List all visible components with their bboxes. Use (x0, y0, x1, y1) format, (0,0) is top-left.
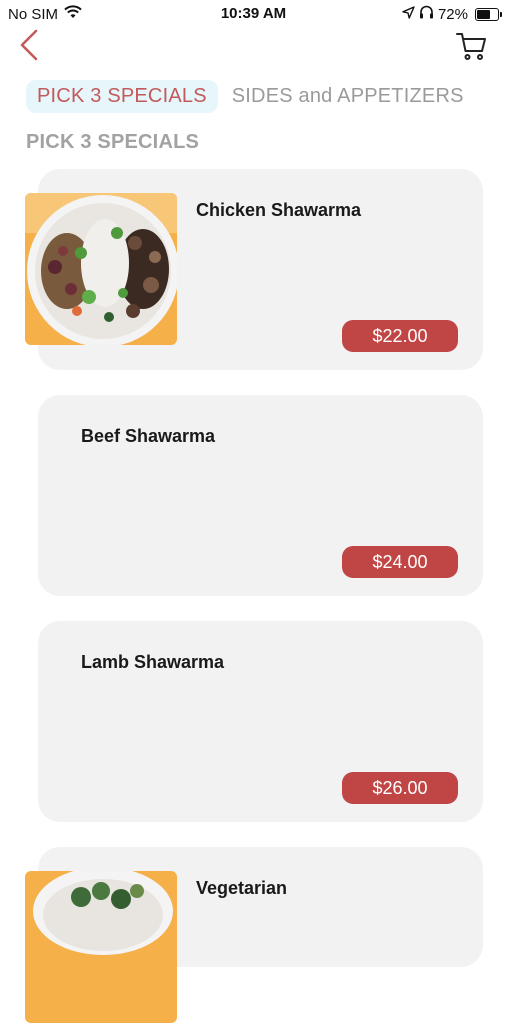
cart-icon (455, 30, 487, 67)
location-arrow-icon (402, 5, 415, 23)
price-badge[interactable]: $22.00 (342, 320, 458, 352)
headphones-icon (419, 5, 434, 23)
menu-item-name: Lamb Shawarma (81, 652, 225, 672)
price-badge[interactable]: $26.00 (342, 772, 458, 804)
price-badge[interactable]: $24.00 (342, 546, 458, 578)
category-tabs: PICK 3 SPECIALS SIDES and APPETIZERS (26, 80, 475, 113)
tab-pick-3-specials[interactable]: PICK 3 SPECIALS (26, 80, 218, 113)
cart-button[interactable] (453, 30, 489, 66)
menu-item-name: Vegetarian (196, 878, 288, 898)
menu-item-name: Chicken Shawarma (196, 200, 362, 220)
section-title: PICK 3 SPECIALS (26, 131, 200, 153)
battery-percent: 72% (437, 5, 468, 23)
status-bar: No SIM 10:39 AM 72% (0, 0, 507, 28)
food-image-chicken-shawarma (25, 193, 177, 345)
tab-sides-and-appetizers[interactable]: SIDES and APPETIZERS (232, 80, 475, 113)
battery-fill (477, 9, 490, 19)
battery-tip (500, 11, 502, 17)
battery-icon (475, 7, 502, 21)
back-button[interactable] (14, 29, 44, 66)
food-image-vegetarian (25, 871, 177, 1023)
chevron-left-icon (19, 29, 39, 66)
status-right: 72% (402, 5, 502, 23)
menu-item-name: Beef Shawarma (81, 426, 216, 446)
